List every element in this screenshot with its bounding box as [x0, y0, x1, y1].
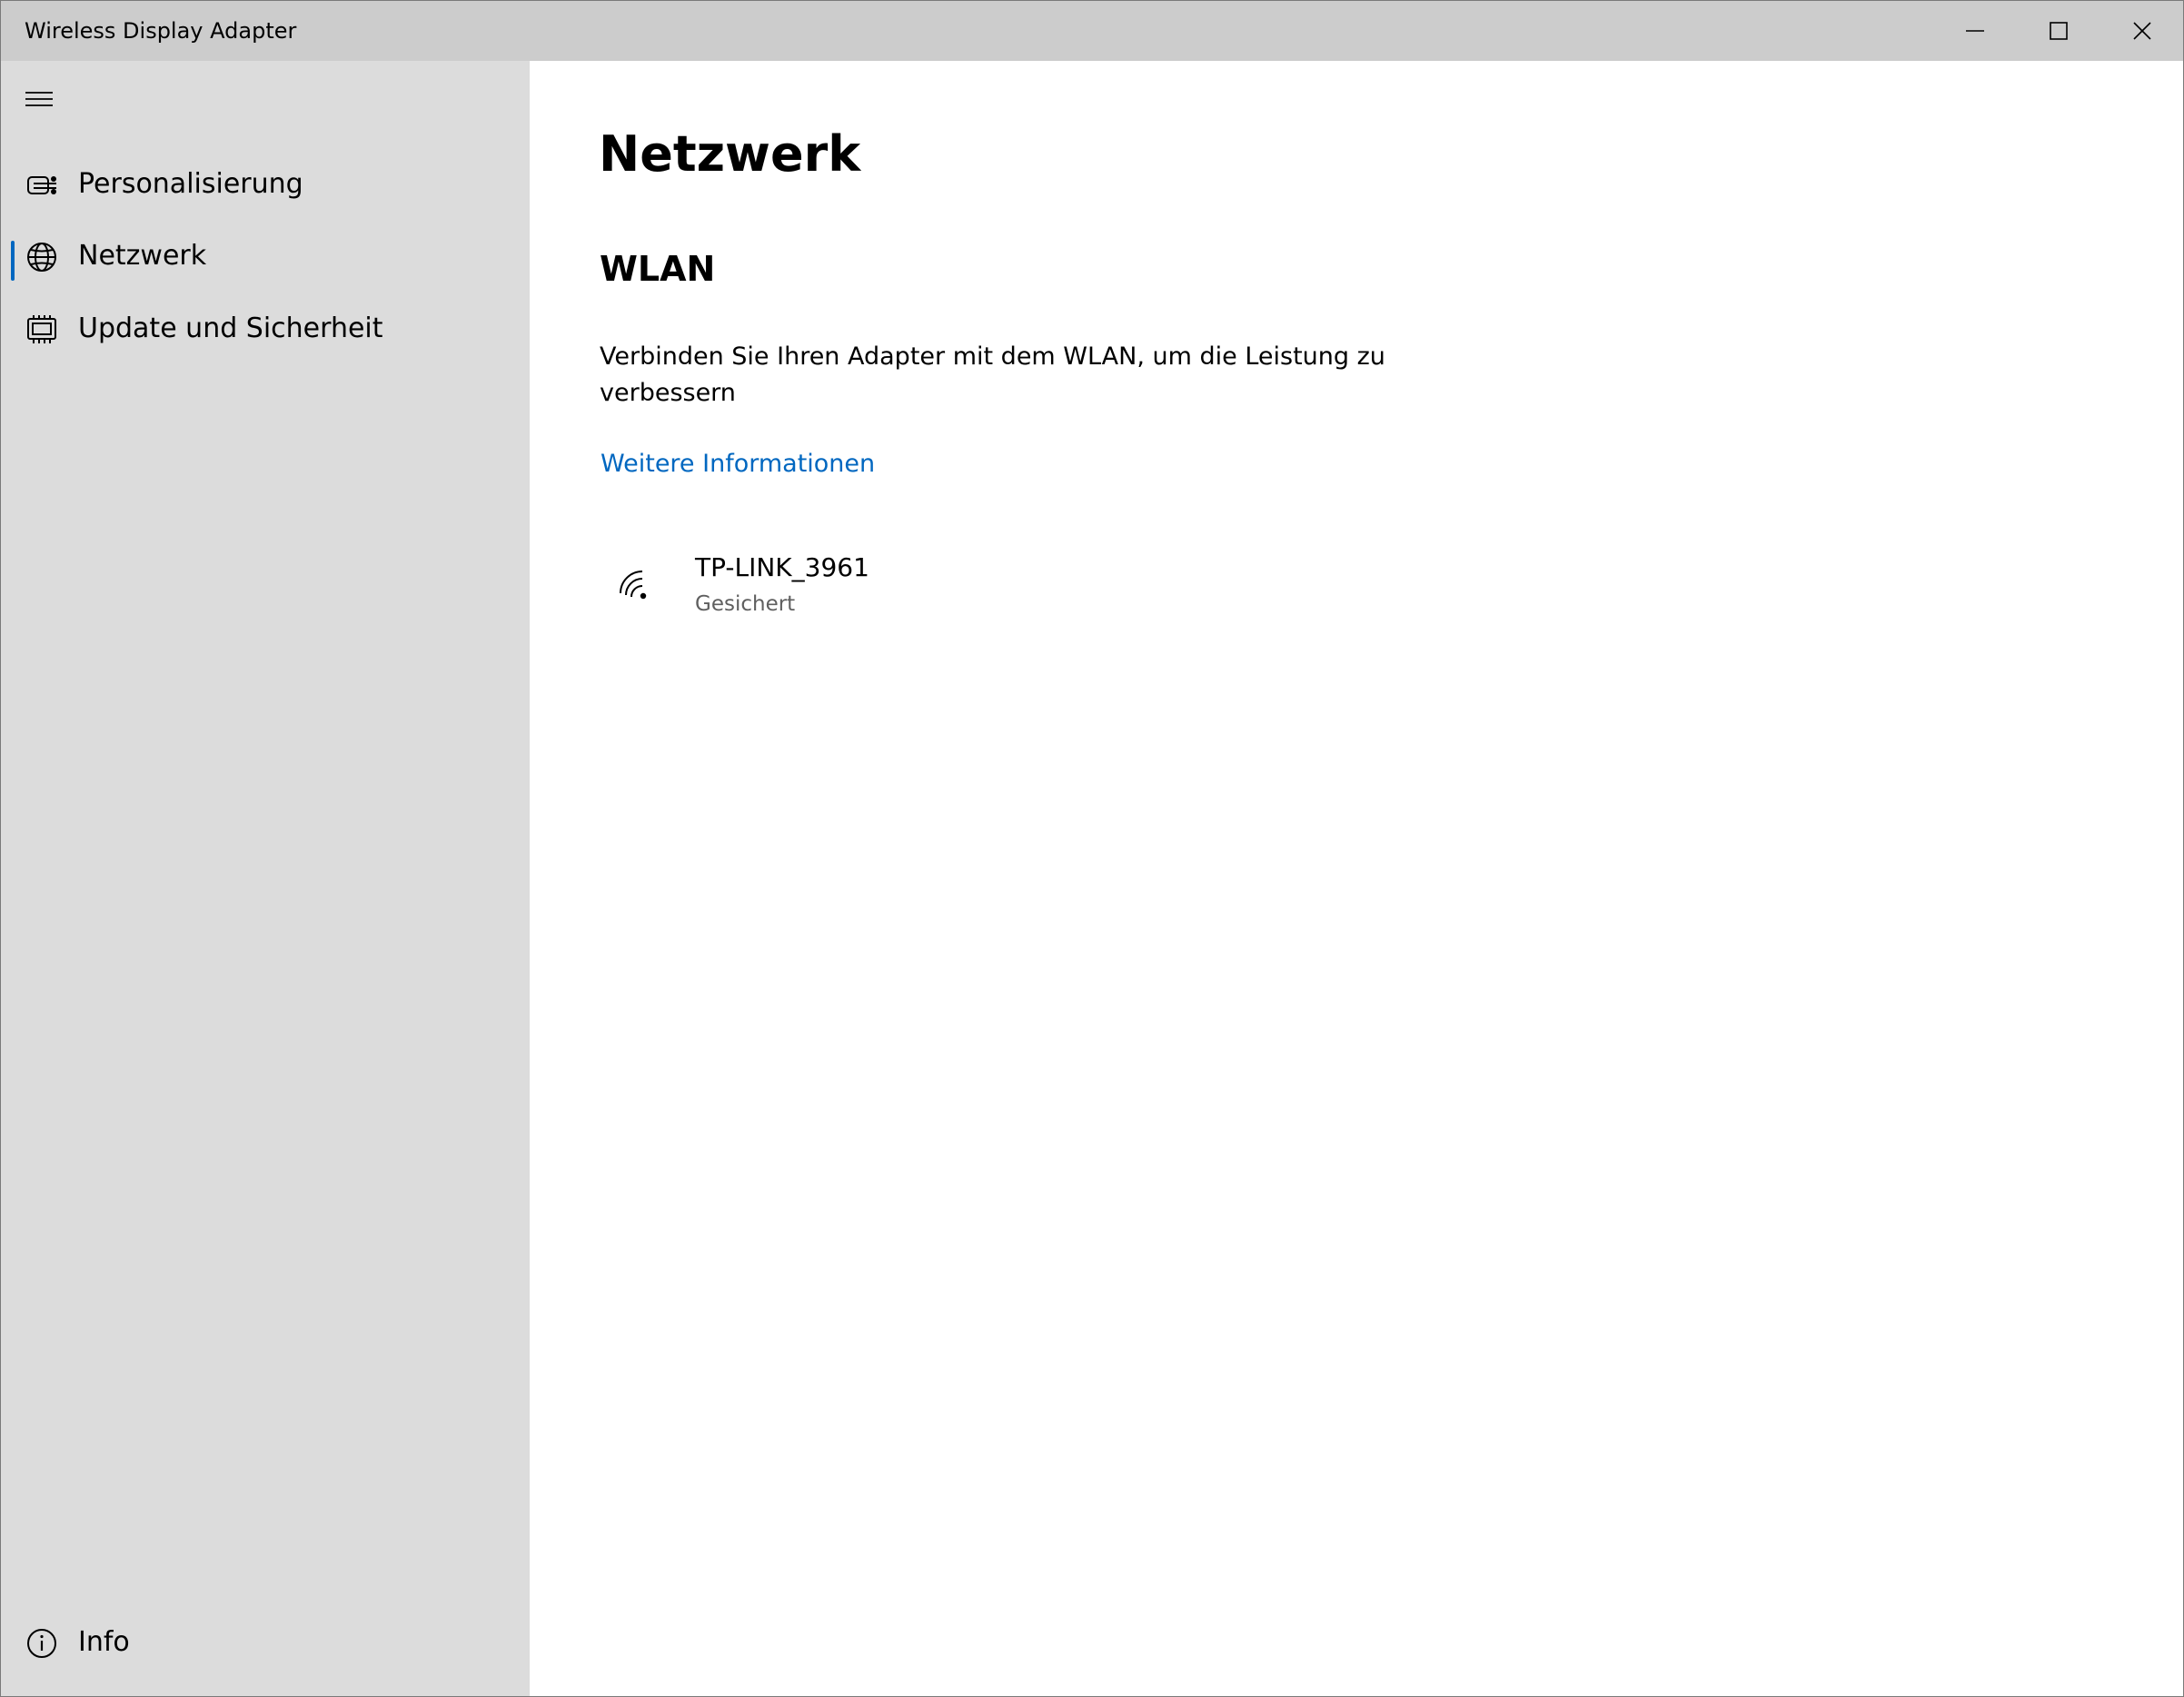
sidebar-item-label: Info: [78, 1626, 130, 1658]
close-icon: [2133, 22, 2151, 40]
sidebar-item-label: Personalisierung: [78, 168, 303, 200]
section-title: WLAN: [600, 249, 716, 289]
globe-icon: [27, 243, 56, 272]
info-icon: [27, 1629, 56, 1658]
minimize-button[interactable]: [1933, 1, 2017, 61]
minimize-icon: [1966, 30, 1984, 32]
network-name: TP-LINK_3961: [695, 552, 869, 582]
window-title: Wireless Display Adapter: [25, 18, 297, 44]
close-button[interactable]: [2100, 1, 2184, 61]
menu-toggle-button[interactable]: [10, 70, 68, 128]
sidebar-item-netzwerk[interactable]: Netzwerk: [1, 223, 530, 292]
sidebar-item-label: Netzwerk: [78, 240, 207, 272]
navigation-pane: Personalisierung Netzwerk Update und Sic…: [1, 61, 530, 1696]
content-pane: Netzwerk WLAN Verbinden Sie Ihren Adapte…: [530, 61, 2183, 1696]
selection-indicator: [11, 241, 15, 281]
network-list-item[interactable]: TP-LINK_3961 Gesichert: [617, 550, 1126, 640]
section-description: Verbinden Sie Ihren Adapter mit dem WLAN…: [600, 342, 1385, 407]
more-info-link[interactable]: Weitere Informationen: [601, 446, 875, 482]
page-title: Netzwerk: [599, 125, 861, 183]
personalization-icon: [27, 176, 56, 194]
sidebar-item-label: Update und Sicherheit: [78, 313, 383, 344]
wifi-secured-icon: [620, 571, 647, 600]
maximize-button[interactable]: [2017, 1, 2100, 61]
maximize-icon: [2050, 22, 2068, 40]
title-bar[interactable]: Wireless Display Adapter: [1, 1, 2183, 61]
sidebar-item-info[interactable]: Info: [1, 1609, 530, 1678]
app-window: Wireless Display Adapter Personalisierun…: [0, 0, 2184, 1697]
hamburger-icon: [25, 92, 53, 106]
network-status: Gesichert: [695, 592, 796, 616]
chip-icon: [27, 315, 56, 343]
sidebar-item-update-und-sicherheit[interactable]: Update und Sicherheit: [1, 295, 530, 364]
sidebar-item-personalisierung[interactable]: Personalisierung: [1, 151, 530, 220]
